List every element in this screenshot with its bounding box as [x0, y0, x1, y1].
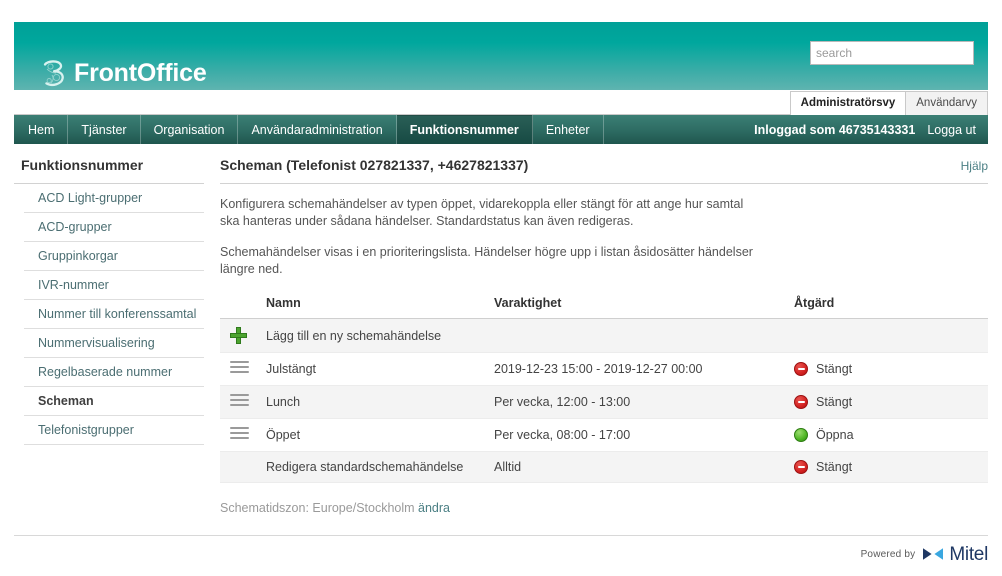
sidebar-item-acd-grupper[interactable]: ACD-grupper [24, 213, 204, 242]
main-panel: Scheman (Telefonist 027821337, +46278213… [216, 157, 988, 515]
column-header-name: Namn [266, 296, 494, 319]
table-row[interactable]: Öppet Per vecka, 08:00 - 17:00 Öppna [220, 418, 988, 452]
main-navigation: Hem Tjänster Organisation Användaradmini… [14, 115, 988, 144]
sidebar-item-telefonistgrupper[interactable]: Telefonistgrupper [24, 416, 204, 445]
status-label: Stängt [816, 362, 853, 376]
row-duration: Per vecka, 12:00 - 13:00 [494, 385, 794, 419]
add-schedule-link[interactable]: Lägg till en ny schemahändelse [266, 318, 988, 353]
column-header-action: Åtgärd [794, 296, 988, 319]
powered-by-label: Powered by [860, 548, 916, 560]
row-name: Julstängt [266, 352, 494, 386]
add-icon-cell [220, 318, 266, 353]
timezone-change-link[interactable]: ändra [418, 501, 450, 515]
row-name: Lunch [266, 385, 494, 419]
row-handle-cell [220, 451, 266, 483]
row-name[interactable]: Redigera standardschemahändelse [266, 451, 494, 483]
search-input[interactable] [810, 41, 974, 65]
header-banner: FrontOffice [14, 22, 988, 90]
status-label: Stängt [816, 395, 853, 409]
schedule-table: Namn Varaktighet Åtgärd Lägg till en ny … [220, 296, 988, 483]
nav-item-funktionsnummer[interactable]: Funktionsnummer [396, 115, 533, 144]
mitel-wordmark: Mitel [949, 543, 988, 565]
main-header: Scheman (Telefonist 027821337, +46278213… [220, 157, 988, 184]
row-action: Stängt [794, 451, 988, 483]
drag-handle-icon[interactable] [230, 394, 249, 407]
app-root: FrontOffice Administratörsvy Användarvy … [0, 22, 1002, 576]
page-title: Scheman (Telefonist 027821337, +46278213… [220, 157, 529, 173]
sidebar-item-ivr-nummer[interactable]: IVR-nummer [24, 271, 204, 300]
logout-link[interactable]: Logga ut [927, 123, 976, 137]
table-row[interactable]: Julstängt 2019-12-23 15:00 - 2019-12-27 … [220, 352, 988, 386]
row-action: Öppna [794, 418, 988, 452]
sidebar-item-nummervisualisering[interactable]: Nummervisualisering [24, 329, 204, 358]
intro-paragraph-1: Konfigurera schemahändelser av typen öpp… [220, 197, 744, 228]
nav-user-area: Inloggad som 46735143331 Logga ut [754, 115, 988, 144]
sidebar-item-gruppinkorgar[interactable]: Gruppinkorgar [24, 242, 204, 271]
row-handle-cell [220, 352, 266, 386]
drag-handle-icon[interactable] [230, 427, 249, 440]
mitel-brand: Mitel [922, 545, 988, 564]
content-area: Funktionsnummer ACD Light-grupper ACD-gr… [14, 144, 988, 515]
nav-item-hem[interactable]: Hem [14, 115, 69, 144]
view-tabs-bar: Administratörsvy Användarvy [14, 90, 988, 115]
sidebar-item-acd-light-grupper[interactable]: ACD Light-grupper [24, 184, 204, 213]
status-badge: Stängt [794, 395, 988, 409]
status-badge: Stängt [794, 362, 988, 376]
no-entry-icon [794, 362, 808, 376]
row-action: Stängt [794, 352, 988, 386]
table-row[interactable]: Lunch Per vecka, 12:00 - 13:00 Stängt [220, 385, 988, 419]
tab-administrator-view[interactable]: Administratörsvy [789, 91, 907, 115]
sidebar-item-regelbaserade-nummer[interactable]: Regelbaserade nummer [24, 358, 204, 387]
drag-handle-icon[interactable] [230, 361, 249, 374]
nav-item-anvandaradministration[interactable]: Användaradministration [238, 115, 397, 144]
no-entry-icon [794, 395, 808, 409]
three-logo-icon [43, 60, 64, 87]
brand[interactable]: FrontOffice [36, 56, 207, 90]
nav-item-organisation[interactable]: Organisation [141, 115, 239, 144]
nav-item-enheter[interactable]: Enheter [533, 115, 604, 144]
row-handle-cell [220, 385, 266, 419]
search-container [810, 41, 974, 65]
sidebar-title: Funktionsnummer [14, 157, 204, 184]
column-header-handle [220, 296, 266, 319]
status-label: Öppna [816, 428, 854, 442]
row-name: Öppet [266, 418, 494, 452]
nav-item-tjanster[interactable]: Tjänster [68, 115, 141, 144]
column-header-duration: Varaktighet [494, 296, 794, 319]
row-action: Stängt [794, 385, 988, 419]
table-row[interactable]: Redigera standardschemahändelse Alltid S… [220, 451, 988, 483]
mitel-bowtie-icon [923, 548, 944, 560]
no-entry-icon [794, 460, 808, 474]
help-link[interactable]: Hjälp [961, 159, 988, 173]
logged-in-label: Inloggad som 46735143331 [754, 122, 916, 137]
tab-user-view[interactable]: Användarvy [906, 91, 988, 115]
row-duration: Alltid [494, 451, 794, 483]
green-circle-icon [794, 428, 808, 442]
brand-name: FrontOffice [74, 58, 207, 87]
status-label: Stängt [816, 460, 853, 474]
table-header-row: Namn Varaktighet Åtgärd [220, 296, 988, 319]
row-duration: Per vecka, 08:00 - 17:00 [494, 418, 794, 452]
add-schedule-row[interactable]: Lägg till en ny schemahändelse [220, 318, 988, 353]
timezone-label: Schematidszon: Europe/Stockholm [220, 501, 415, 515]
sidebar-item-nummer-till-konferenssamtal[interactable]: Nummer till konferenssamtal [24, 300, 204, 329]
timezone-row: Schematidszon: Europe/Stockholm ändra [220, 501, 988, 515]
status-badge: Stängt [794, 460, 988, 474]
sidebar: Funktionsnummer ACD Light-grupper ACD-gr… [14, 157, 216, 445]
intro-paragraph-2: Schemahändelser visas i en prioriterings… [220, 245, 753, 276]
row-duration: 2019-12-23 15:00 - 2019-12-27 00:00 [494, 352, 794, 386]
plus-icon[interactable] [230, 327, 247, 344]
sidebar-item-scheman[interactable]: Scheman [24, 387, 204, 416]
status-badge: Öppna [794, 428, 988, 442]
row-handle-cell [220, 418, 266, 452]
